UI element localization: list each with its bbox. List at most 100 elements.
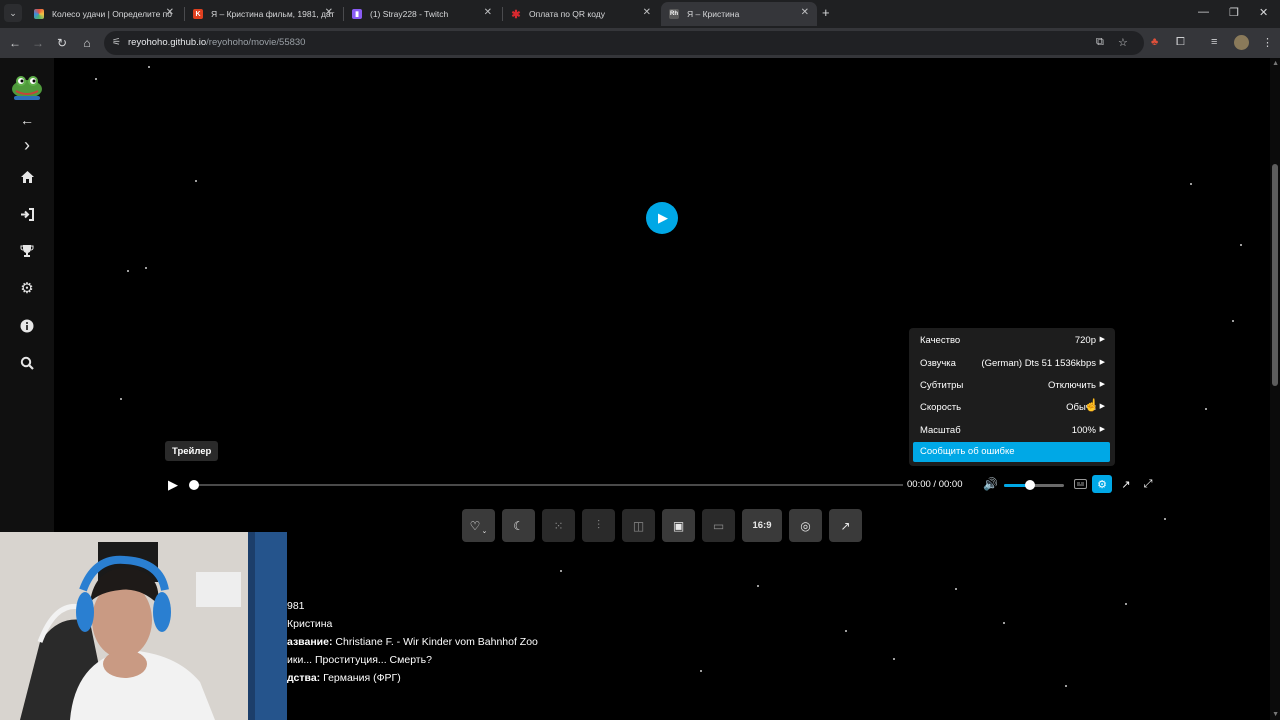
home-button-icon[interactable]: ⌂ [78, 34, 96, 52]
menu-item-value: (German) Dts 51 1536kbps [981, 358, 1096, 369]
trophy-icon[interactable] [17, 241, 37, 261]
url-text: reyohoho.github.io/reyohoho/movie/55830 [128, 37, 305, 48]
starfield-dot [1205, 408, 1207, 410]
media-control-icon[interactable]: ≡ [1211, 36, 1217, 48]
login-icon[interactable] [17, 204, 37, 224]
play-icon[interactable]: ▶ [168, 477, 178, 493]
info-label: дства: [287, 672, 321, 684]
search-icon[interactable] [17, 353, 37, 373]
star-icon: ✱ [511, 8, 521, 21]
back-arrow-icon[interactable]: ← [17, 110, 37, 130]
close-tab-icon[interactable]: ✕ [801, 7, 809, 18]
gear-icon[interactable]: ⚙ [17, 278, 37, 298]
forward-chevron-icon[interactable]: › [17, 135, 37, 155]
close-tab-icon[interactable]: ✕ [325, 7, 333, 18]
info-icon[interactable] [17, 316, 37, 336]
aspect-ratio-button[interactable]: 16:9 [742, 509, 782, 542]
volume-icon[interactable]: 🔊 [983, 477, 998, 491]
popout-icon[interactable]: ↗ [1118, 476, 1134, 492]
progress-bar[interactable] [193, 484, 903, 486]
image-button[interactable]: ▣ [662, 509, 695, 542]
info-value: Германия (ФРГ) [320, 672, 401, 684]
scroll-up-arrow-icon[interactable]: ▲ [1272, 60, 1279, 67]
movie-title: Кристина [287, 618, 333, 630]
menu-item-quality[interactable]: Качество 720p ▶ [909, 330, 1115, 352]
chevron-down-icon: ⌄ [481, 527, 488, 535]
night-mode-button[interactable]: ☾ [502, 509, 535, 542]
starfield-dot [95, 78, 97, 80]
info-value: Christiane F. - Wir Kinder vom Bahnhof Z… [332, 636, 538, 648]
favorite-heart-button[interactable]: ♡ ⌄ [462, 509, 495, 542]
big-play-button[interactable]: ▶ [646, 202, 678, 234]
progress-handle[interactable] [189, 480, 199, 490]
minimize-icon[interactable]: — [1198, 6, 1209, 18]
kp-icon: K [193, 9, 203, 19]
url-host: reyohoho.github.io [128, 37, 207, 48]
open-external-icon: ↗ [840, 518, 851, 533]
close-tab-icon[interactable]: ✕ [166, 7, 174, 18]
reload-icon[interactable]: ↻ [53, 34, 71, 52]
report-error-button[interactable]: Сообщить об ошибке [913, 442, 1110, 462]
menu-item-subtitles[interactable]: Субтитры Отключить ▶ [909, 375, 1115, 397]
wheel-icon [34, 9, 44, 19]
menu-item-value: 100% [1071, 425, 1096, 436]
volume-handle[interactable] [1025, 480, 1035, 490]
tab-title: Я – Кристина фильм, 1981, дат [211, 9, 335, 19]
close-tab-icon[interactable]: ✕ [484, 7, 492, 18]
starfield-dot [1240, 244, 1242, 246]
open-external-button[interactable]: ↗ [829, 509, 862, 542]
menu-item-label: Масштаб [920, 425, 961, 436]
avatar[interactable] [1234, 35, 1249, 50]
window-close-icon[interactable]: ✕ [1259, 6, 1268, 19]
tab-search-button[interactable]: ⌄ [4, 4, 22, 22]
browser-tab-active[interactable]: Rh Я – Кристина ✕ [661, 2, 817, 26]
menu-item-audio-track[interactable]: Озвучка (German) Dts 51 1536kbps ▶ [909, 353, 1115, 375]
picture-in-picture-icon: ▭ [712, 518, 725, 533]
home-icon[interactable] [17, 167, 37, 187]
audio-wave-button[interactable]: ⫶ [582, 509, 615, 542]
extensions-puzzle-icon[interactable]: ⧠ [1176, 36, 1185, 49]
browser-tab[interactable]: K Я – Кристина фильм, 1981, дат ✕ [185, 2, 341, 26]
browser-toolbar: ← → ↻ ⌂ ⚟ reyohoho.github.io/reyohoho/mo… [0, 28, 1280, 58]
menu-item-label: Качество [920, 335, 961, 346]
time-total: 00:00 [938, 479, 963, 490]
back-icon[interactable]: ← [6, 34, 24, 52]
site-viewport: ← › ⚙ ▲ ▼ ▶ Трейлер ▶ 00:00 / 00:00 � [0, 58, 1280, 720]
compare-button[interactable]: ◫ [622, 509, 655, 542]
starfield-dot [120, 398, 122, 400]
extension-leaf-icon[interactable]: ♣ [1151, 36, 1158, 48]
new-tab-button[interactable]: + [822, 5, 830, 20]
page-scrollbar[interactable]: ▲ ▼ [1270, 58, 1280, 720]
pip-button[interactable]: ▭ [702, 509, 735, 542]
chevron-right-icon: ▶ [1099, 381, 1105, 388]
site-info-icon[interactable]: ⚟ [112, 37, 121, 48]
maximize-icon[interactable]: ❐ [1229, 6, 1239, 19]
screenshot-button[interactable]: ◎ [789, 509, 822, 542]
scroll-down-arrow-icon[interactable]: ▼ [1272, 711, 1279, 718]
address-bar[interactable]: ⚟ reyohoho.github.io/reyohoho/movie/5583… [104, 31, 1144, 55]
starfield-dot [955, 588, 957, 590]
frog-logo-icon[interactable] [10, 72, 44, 100]
starfield-dot [145, 267, 147, 269]
install-app-icon[interactable]: ⧉ [1096, 36, 1104, 49]
mouse-cursor-icon: ☝ [1084, 398, 1099, 412]
forward-icon[interactable]: → [29, 34, 47, 52]
info-label: азвание: [287, 636, 333, 648]
scrollbar-thumb[interactable] [1272, 164, 1278, 386]
starfield-dot [1232, 320, 1234, 322]
grid-button[interactable]: ⁙ [542, 509, 575, 542]
browser-tab[interactable]: ✱ Оплата по QR коду ✕ [503, 2, 659, 26]
settings-gear-icon[interactable]: ⚙ [1092, 475, 1112, 493]
menu-item-scale[interactable]: Масштаб 100% ▶ [909, 420, 1115, 442]
trailer-tooltip: Трейлер [165, 441, 219, 461]
bookmark-star-icon[interactable]: ☆ [1118, 36, 1128, 49]
more-menu-icon[interactable]: ⋮ [1262, 36, 1273, 49]
browser-tab[interactable]: ▮ (1) Stray228 - Twitch ✕ [344, 2, 500, 26]
subtitles-icon[interactable] [1072, 476, 1088, 492]
starfield-dot [127, 270, 129, 272]
tab-title: Я – Кристина [687, 9, 740, 19]
fullscreen-icon[interactable]: ⤢ [1140, 476, 1156, 492]
starfield-dot [1190, 183, 1192, 185]
browser-tab[interactable]: Колесо удачи | Определите по ✕ [26, 2, 182, 26]
close-tab-icon[interactable]: ✕ [643, 7, 651, 18]
